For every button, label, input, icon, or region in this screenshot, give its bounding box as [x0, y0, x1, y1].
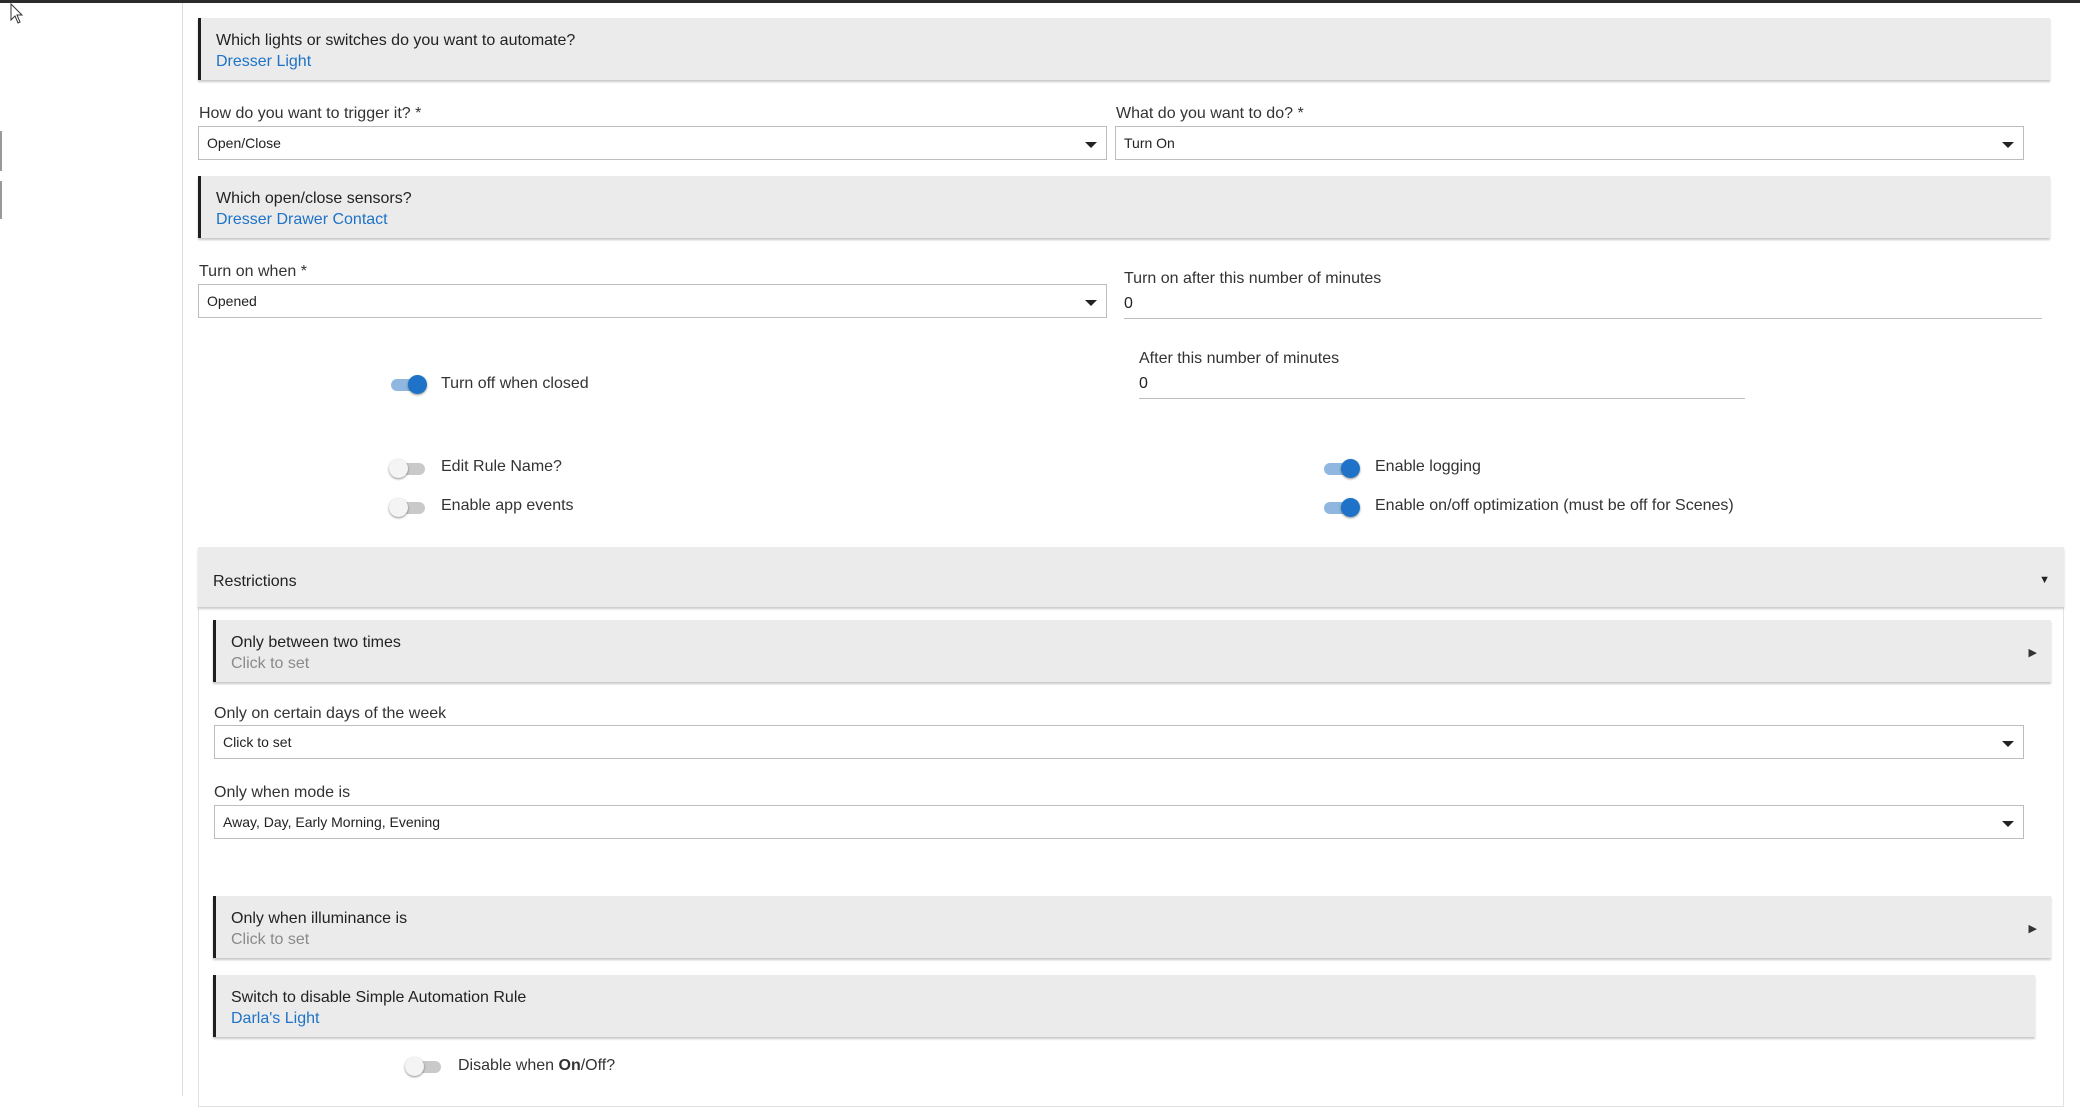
between-times-value: Click to set [231, 655, 310, 672]
expand-arrow-icon: ▶ [2028, 647, 2037, 659]
trigger-label: How do you want to trigger it? * [199, 105, 422, 122]
sensors-question: Which open/close sensors? [216, 190, 412, 207]
action-label: What do you want to do? * [1116, 105, 1304, 122]
chevron-down-icon [1085, 300, 1097, 306]
illuminance-card[interactable]: Only when illuminance is Click to set ▶ [213, 896, 2051, 958]
edit-rule-name-toggle[interactable] [389, 458, 427, 478]
turn-on-when-select[interactable]: Opened [198, 284, 1107, 318]
chevron-down-icon [2002, 821, 2014, 827]
disable-when-label: Disable when On/Off? [458, 1057, 615, 1075]
sensors-selector-card[interactable]: Which open/close sensors? Dresser Drawer… [198, 176, 2050, 238]
expand-arrow-icon: ▶ [2028, 923, 2037, 935]
turn-on-when-value: Opened [207, 293, 257, 309]
chevron-down-icon [2002, 142, 2014, 148]
enable-optimization-label: Enable on/off optimization (must be off … [1375, 497, 1734, 514]
left-panel-marker [0, 131, 2, 171]
rule-settings-form: Which lights or switches do you want to … [183, 3, 2080, 1107]
lights-value: Dresser Light [216, 53, 312, 70]
edit-rule-name-label: Edit Rule Name? [441, 458, 562, 475]
lights-selector-card[interactable]: Which lights or switches do you want to … [198, 18, 2050, 80]
disable-when-bold: On [558, 1057, 581, 1074]
after-minutes-field[interactable]: After this number of minutes 0 [1139, 350, 1745, 402]
chevron-down-icon [1085, 142, 1097, 148]
after-minutes-input[interactable]: 0 [1139, 375, 1148, 393]
turn-on-when-label: Turn on when * [199, 263, 307, 280]
enable-logging-toggle[interactable] [1322, 458, 1360, 478]
turn-off-when-closed-toggle[interactable] [389, 374, 427, 394]
disable-switch-title: Switch to disable Simple Automation Rule [231, 989, 527, 1006]
after-minutes-label: After this number of minutes [1139, 350, 1340, 367]
restrictions-header[interactable]: Restrictions ▼ [198, 547, 2064, 607]
turn-on-after-label: Turn on after this number of minutes [1124, 270, 1382, 287]
between-times-card[interactable]: Only between two times Click to set ▶ [213, 620, 2051, 682]
disable-when-toggle[interactable] [405, 1056, 443, 1076]
enable-app-events-toggle[interactable] [389, 497, 427, 517]
mouse-cursor-icon [10, 3, 24, 24]
disable-switch-value: Darla's Light [231, 1010, 320, 1027]
mode-select[interactable]: Away, Day, Early Morning, Evening [214, 805, 2024, 839]
illuminance-value: Click to set [231, 931, 310, 948]
mode-select-value: Away, Day, Early Morning, Evening [223, 814, 441, 830]
mode-label: Only when mode is [214, 784, 351, 801]
days-label: Only on certain days of the week [214, 705, 447, 722]
disable-when-suffix: /Off? [580, 1057, 616, 1074]
trigger-select[interactable]: Open/Close [198, 126, 1107, 160]
input-underline [1124, 318, 2042, 319]
enable-optimization-toggle[interactable] [1322, 497, 1360, 517]
left-panel-marker [0, 181, 2, 219]
days-select[interactable]: Click to set [214, 725, 2024, 759]
between-times-title: Only between two times [231, 634, 401, 651]
enable-logging-label: Enable logging [1375, 458, 1481, 475]
action-select-value: Turn On [1124, 135, 1175, 151]
chevron-down-icon [2002, 741, 2014, 747]
disable-switch-card[interactable]: Switch to disable Simple Automation Rule… [213, 975, 2035, 1037]
restrictions-title: Restrictions [213, 573, 297, 590]
turn-on-after-input[interactable]: 0 [1124, 295, 1133, 313]
action-select[interactable]: Turn On [1115, 126, 2024, 160]
illuminance-title: Only when illuminance is [231, 910, 408, 927]
days-select-value: Click to set [223, 734, 292, 750]
sensors-value: Dresser Drawer Contact [216, 211, 388, 228]
trigger-select-value: Open/Close [207, 135, 281, 151]
disable-when-prefix: Disable when [458, 1057, 559, 1074]
left-panel [0, 3, 183, 1096]
turn-on-after-field[interactable]: Turn on after this number of minutes 0 [1124, 270, 2042, 322]
collapse-caret-icon: ▼ [2039, 574, 2050, 586]
enable-app-events-label: Enable app events [441, 497, 574, 514]
turn-off-when-closed-label: Turn off when closed [441, 375, 589, 392]
input-underline [1139, 398, 1745, 399]
lights-question: Which lights or switches do you want to … [216, 32, 576, 49]
